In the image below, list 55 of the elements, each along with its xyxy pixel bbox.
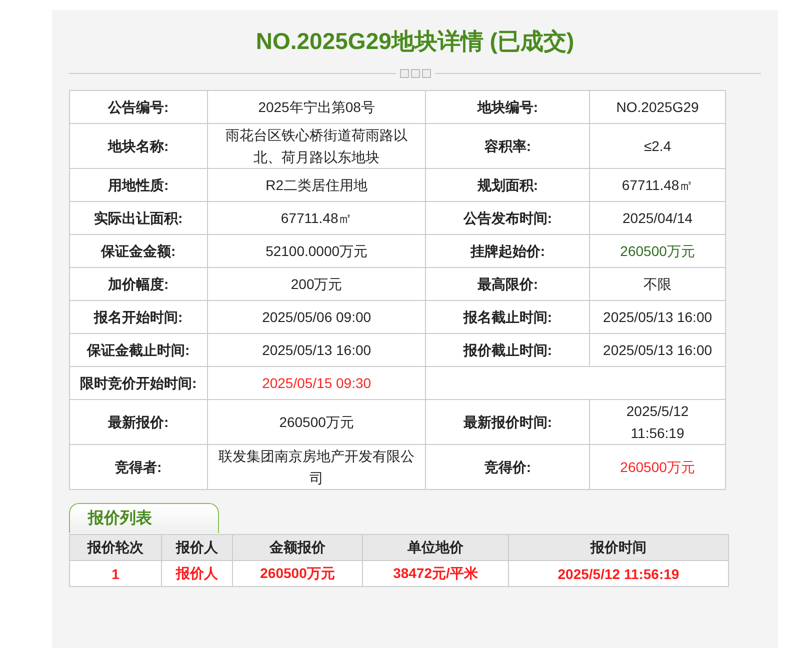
field-value: 2025年宁出第08号 xyxy=(207,90,426,124)
field-value: ≤2.4 xyxy=(590,124,726,168)
field-label: 保证金截止时间: xyxy=(70,334,208,366)
field-value: 联发集团南京房地产开发有限公司 xyxy=(207,444,426,490)
field-value: 260500万元 xyxy=(590,234,726,268)
field-value: NO.2025G29 xyxy=(590,90,726,124)
field-label: 公告发布时间: xyxy=(426,202,590,234)
field-value: R2二类居住用地 xyxy=(207,168,426,202)
field-value: 2025/05/06 09:00 xyxy=(207,300,426,334)
field-label: 保证金金额: xyxy=(70,234,208,268)
field-label: 挂牌起始价: xyxy=(426,234,590,268)
field-label: 竞得价: xyxy=(426,444,590,490)
divider-ornament-icon xyxy=(400,69,430,78)
field-label: 用地性质: xyxy=(70,168,208,202)
table-cell: 1 xyxy=(70,560,162,586)
column-header: 金额报价 xyxy=(232,534,362,560)
field-label: 竞得者: xyxy=(70,444,208,490)
field-value: 52100.0000万元 xyxy=(207,234,426,268)
field-label: 限时竞价开始时间: xyxy=(70,366,208,400)
table-cell: 2025/5/12 11:56:19 xyxy=(508,560,728,586)
field-value: 67711.48㎡ xyxy=(590,168,726,202)
bid-list-tab[interactable]: 报价列表 xyxy=(69,503,219,533)
field-label: 报名开始时间: xyxy=(70,300,208,334)
field-label: 地块名称: xyxy=(70,124,208,168)
field-value: 200万元 xyxy=(207,268,426,300)
field-value: 260500万元 xyxy=(207,400,426,444)
field-value: 260500万元 xyxy=(590,444,726,490)
column-header: 报价轮次 xyxy=(70,534,162,560)
field-value: 2025/5/12 11:56:19 xyxy=(590,400,726,444)
column-header: 报价时间 xyxy=(508,534,728,560)
field-value: 2025/05/13 16:00 xyxy=(207,334,426,366)
field-value: 雨花台区铁心桥街道荷雨路以北、荷月路以东地块 xyxy=(207,124,426,168)
field-label: 容积率: xyxy=(426,124,590,168)
table-cell: 38472元/平米 xyxy=(362,560,508,586)
field-label: 报价截止时间: xyxy=(426,334,590,366)
field-value: 2025/05/13 16:00 xyxy=(590,300,726,334)
field-label: 公告编号: xyxy=(70,90,208,124)
field-value: 67711.48㎡ xyxy=(207,202,426,234)
table-cell: 报价人 xyxy=(162,560,232,586)
field-label: 最高限价: xyxy=(426,268,590,300)
field-value: 2025/05/15 09:30 xyxy=(207,366,426,400)
field-value: 2025/05/13 16:00 xyxy=(590,334,726,366)
field-label: 规划面积: xyxy=(426,168,590,202)
field-label: 最新报价: xyxy=(70,400,208,444)
field-value: 2025/04/14 xyxy=(590,202,726,234)
field-label: 实际出让面积: xyxy=(70,202,208,234)
column-header: 报价人 xyxy=(162,534,232,560)
field-value: 不限 xyxy=(590,268,726,300)
field-label: 加价幅度: xyxy=(70,268,208,300)
table-cell: 260500万元 xyxy=(232,560,362,586)
field-label: 最新报价时间: xyxy=(426,400,590,444)
column-header: 单位地价 xyxy=(362,534,508,560)
field-label: 报名截止时间: xyxy=(426,300,590,334)
field-label: 地块编号: xyxy=(426,90,590,124)
page-title: NO.2025G29地块详情 (已成交) xyxy=(256,27,574,56)
